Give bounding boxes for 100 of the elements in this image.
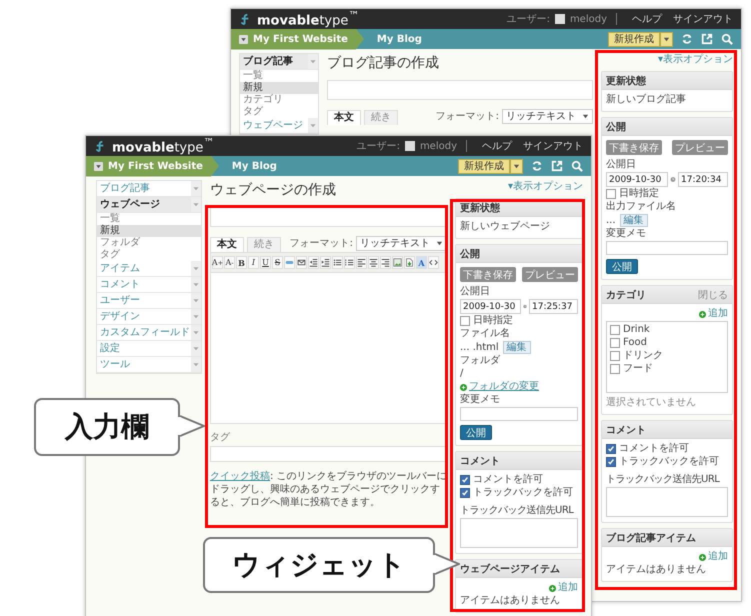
sidebar-subitem[interactable]: 新規 [240,82,318,94]
checkbox-label: Food [623,337,647,349]
blog-crumb[interactable]: My Blog [224,156,285,176]
sidebar-subitem[interactable]: 新規 [97,225,201,237]
format-button[interactable]: U [260,256,271,269]
search-icon[interactable] [571,160,583,172]
checkbox[interactable] [610,364,620,374]
sign-out-link[interactable]: サインアウト [523,139,583,153]
checkbox[interactable] [460,488,470,498]
editor-tab[interactable]: 続き [364,110,398,125]
sidebar-item[interactable]: ツール [97,357,201,373]
new-button[interactable]: 新規作成 [458,158,510,174]
edit-button[interactable]: 編集 [620,214,648,227]
memo-field[interactable] [606,241,728,255]
toolbar-button[interactable] [344,256,355,269]
display-options-link[interactable]: ▾表示オプション [508,180,583,193]
title-field[interactable] [210,207,447,227]
field-label: 出力ファイル名 [606,201,677,213]
sidebar-item[interactable]: 設定 [97,341,201,357]
time-field[interactable]: 17:20:34 [678,172,728,187]
change-folder-link[interactable]: フォルダの変更 [469,381,539,393]
toolbar-button[interactable] [296,256,307,269]
new-menu-button[interactable] [510,158,523,174]
toolbar-button[interactable] [380,256,391,269]
sidebar-subitem[interactable]: フォルダ [97,237,201,249]
sidebar-subitem[interactable]: タグ [240,106,318,118]
sidebar-item[interactable]: カスタムフィールド [97,325,201,341]
add-link[interactable]: 追加 [708,551,728,563]
add-link[interactable]: 追加 [708,308,728,320]
toolbar-button[interactable] [428,256,439,269]
preview-button[interactable]: プレビュー [522,267,578,282]
sidebar-item[interactable]: コメント [97,277,201,293]
help-link[interactable]: ヘルプ [482,139,512,153]
display-options-link[interactable]: ▾表示オプション [658,53,733,66]
publish-button[interactable]: 公開 [460,425,492,440]
date-field[interactable]: 2009-10-30 [606,172,668,187]
toolbar-button[interactable] [332,256,343,269]
sidebar-item[interactable]: ウェブページ [97,197,201,213]
checkbox[interactable] [606,457,616,467]
checkbox[interactable] [460,475,470,485]
date-field[interactable]: 2009-10-30 [460,299,521,314]
save-draft-button[interactable]: 下書き保存 [606,140,662,155]
sidebar-item[interactable]: ウェブページ [240,118,318,134]
checkbox[interactable] [606,189,616,199]
format-select[interactable]: リッチテキスト [502,109,593,124]
tag-field[interactable] [210,446,447,462]
sidebar-item[interactable]: ブログ記事 [240,54,318,70]
sidebar-item[interactable]: アイテム [97,261,201,277]
format-button[interactable]: I [248,256,259,269]
edit-button[interactable]: 編集 [502,341,531,354]
toolbar-button[interactable] [368,256,379,269]
checkbox[interactable] [610,325,620,335]
memo-field[interactable] [460,407,578,421]
external-link-icon[interactable] [551,160,563,172]
trackback-url-field[interactable] [460,518,578,548]
toolbar-button[interactable] [320,256,331,269]
preview-button[interactable]: プレビュー [672,140,728,155]
refresh-icon[interactable] [681,33,693,45]
search-icon[interactable] [721,33,733,45]
trackback-url-field[interactable] [606,487,728,517]
title-field[interactable] [327,80,593,100]
sign-out-link[interactable]: サインアウト [673,12,733,26]
editor-tab[interactable]: 本文 [327,110,361,125]
sidebar-subitem[interactable]: タグ [97,249,201,261]
sidebar-subitem[interactable]: 一覧 [97,213,201,225]
format-button[interactable]: A [416,256,427,269]
toolbar-button[interactable] [392,256,403,269]
toolbar-button[interactable] [404,256,415,269]
blog-crumb[interactable]: My Blog [368,28,430,50]
format-select[interactable]: リッチテキスト [356,236,447,251]
website-crumb[interactable]: My First Website [86,156,219,176]
new-button[interactable]: 新規作成 [608,32,660,46]
checkbox[interactable] [606,444,616,454]
toolbar-button[interactable] [356,256,367,269]
sidebar-subitem[interactable]: 一覧 [240,70,318,82]
sidebar-item[interactable]: ユーザー [97,293,201,309]
publish-button[interactable]: 公開 [606,259,638,274]
user-label: ユーザー: [356,140,400,153]
checkbox[interactable] [610,338,620,348]
widget-title: コメント [460,454,500,468]
save-draft-button[interactable]: 下書き保存 [460,267,516,282]
external-link-icon[interactable] [701,33,713,45]
checkbox[interactable] [610,351,620,361]
editor-tab[interactable]: 本文 [210,237,244,252]
refresh-icon[interactable] [531,160,543,172]
toolbar-button[interactable] [308,256,319,269]
editor-tab[interactable]: 続き [247,237,281,252]
add-link[interactable]: 追加 [558,582,578,594]
clock-icon [670,176,676,183]
checkbox[interactable] [460,316,470,326]
help-link[interactable]: ヘルプ [632,12,662,26]
website-crumb[interactable]: My First Website [231,28,364,50]
sidebar-item[interactable]: デザイン [97,309,201,325]
format-button[interactable]: B [236,256,247,269]
format-button[interactable]: S [272,256,283,269]
time-field[interactable]: 17:25:37 [529,299,578,314]
quick-post-link[interactable]: クイック投稿 [210,471,270,482]
close-link[interactable]: 閉じる [698,288,728,302]
sidebar-subitem[interactable]: カテゴリ [240,94,318,106]
new-menu-button[interactable] [660,32,673,46]
